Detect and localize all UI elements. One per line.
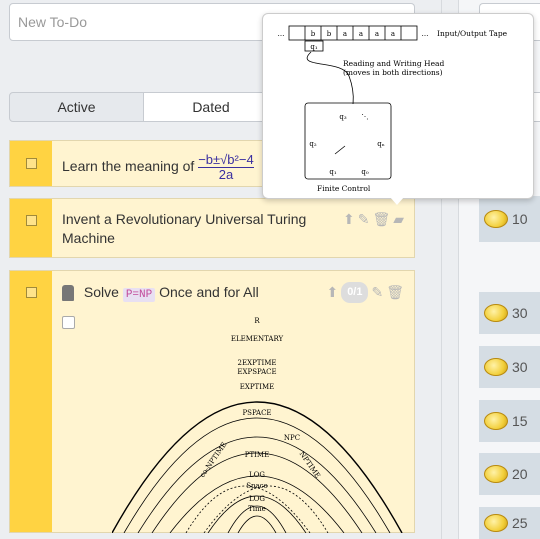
task-text: Invent a Revolutionary Universal Turing … <box>62 211 307 246</box>
coin-icon <box>484 465 508 483</box>
comment-icon[interactable]: ▰ <box>393 210 404 229</box>
label-exptime: EXPTIME <box>240 383 275 391</box>
label-r: R <box>254 317 260 325</box>
delete-icon[interactable]: 🗑 <box>372 210 390 229</box>
tape-cell: a <box>391 30 395 38</box>
state-label: q₃ <box>339 113 346 121</box>
push-to-top-icon[interactable]: ⬆ <box>343 210 355 229</box>
reward-value: 15 <box>512 413 528 429</box>
task-checkbox[interactable] <box>26 158 37 169</box>
task-actions: ⬆ ✎ 🗑 ▰ <box>343 210 404 229</box>
label-log-time-1: LOG <box>249 495 265 503</box>
checklist-checkbox[interactable] <box>62 316 75 329</box>
task-checkbox-area[interactable] <box>10 271 52 532</box>
state-label: q₂ <box>309 140 316 148</box>
label-conptime: co-NPTIME <box>198 441 228 479</box>
complexity-diagram: R ELEMENTARY 2EXPTIME EXPSPACE EXPTIME P… <box>112 317 403 533</box>
tape-label: Input/Output Tape <box>437 29 508 38</box>
head-description-2: (moves in both directions) <box>343 68 443 77</box>
task-body[interactable]: Invent a Revolutionary Universal Turing … <box>52 199 414 257</box>
formula-numerator: −b±√b²−4 <box>198 152 254 168</box>
popover-arrow <box>390 197 404 205</box>
task-actions: ⬆ 0/1 ✎ 🗑 <box>326 282 404 303</box>
head-description: Reading and Writing Head <box>343 59 444 68</box>
tape-cell: b <box>327 30 332 38</box>
task-checkbox[interactable] <box>26 287 37 298</box>
reward-value: 30 <box>512 305 528 321</box>
state-label: ⋱ <box>362 113 369 121</box>
state-label: qₙ <box>377 140 385 148</box>
reward-value: 30 <box>512 359 528 375</box>
task-text: Learn the meaning of <box>62 158 195 175</box>
edit-icon[interactable]: ✎ <box>358 210 370 229</box>
label-log-time-2: Time <box>248 505 266 513</box>
edit-icon[interactable]: ✎ <box>371 283 383 302</box>
label-ptime: PTIME <box>245 451 269 459</box>
label-elementary: ELEMENTARY <box>231 335 284 343</box>
task-prefix: Solve <box>83 284 119 300</box>
state-label: q₀ <box>361 168 368 176</box>
code-tag: P=NP <box>122 288 156 302</box>
delete-icon[interactable]: 🗑 <box>386 283 404 302</box>
reward-item[interactable]: 10 <box>479 196 540 242</box>
state-label: q₁ <box>329 168 336 176</box>
task-suffix: Once and for All <box>159 284 259 300</box>
label-log-space-1: LOG <box>249 471 265 479</box>
reward-item[interactable]: 30 <box>479 346 540 388</box>
head-state: q₁ <box>310 43 317 51</box>
coin-icon <box>484 358 508 376</box>
push-to-top-icon[interactable]: ⬆ <box>326 283 338 302</box>
coin-icon <box>484 412 508 430</box>
label-npc: NPC <box>284 434 300 442</box>
label-log-space-2: Space <box>246 482 268 490</box>
coin-icon <box>484 514 508 532</box>
control-label: Finite Control <box>317 184 371 193</box>
tape-cell: b <box>311 30 316 38</box>
task-body[interactable]: Solve P=NP Once and for All ⬆ 0/1 ✎ 🗑 R … <box>52 271 414 533</box>
checklist-badge[interactable]: 0/1 <box>341 282 369 303</box>
label-nptime: NPTIME <box>298 450 322 480</box>
tape-cell: a <box>359 30 363 38</box>
task-item: Solve P=NP Once and for All ⬆ 0/1 ✎ 🗑 R … <box>9 270 415 533</box>
reward-value: 10 <box>512 211 528 227</box>
tape-cell: a <box>375 30 379 38</box>
reward-item[interactable]: 30 <box>479 292 540 334</box>
coin-icon <box>484 210 508 228</box>
reward-item[interactable]: 15 <box>479 400 540 442</box>
reward-value: 20 <box>512 466 528 482</box>
reward-item[interactable]: 20 <box>479 453 540 495</box>
turing-machine-diagram: … b b a a a a … q₁ q₃ ⋱ q₂ qₙ q₁ q₀ Inpu… <box>278 25 508 193</box>
formula-popover: … b b a a a a … q₁ q₃ ⋱ q₂ qₙ q₁ q₀ Inpu… <box>262 13 534 199</box>
coin-icon <box>484 304 508 322</box>
reward-item[interactable]: 25 <box>479 507 540 539</box>
reward-value: 25 <box>512 515 528 531</box>
label-expspace: EXPSPACE <box>237 368 276 376</box>
formula: −b±√b²−4 2a <box>198 152 254 182</box>
tape-cell: a <box>343 30 347 38</box>
moai-icon <box>62 285 74 302</box>
label-2exptime: 2EXPTIME <box>238 359 277 367</box>
tab-active[interactable]: Active <box>9 92 144 122</box>
new-todo-placeholder: New To-Do <box>18 14 87 30</box>
label-pspace: PSPACE <box>242 409 271 417</box>
tape-cell: … <box>278 30 285 38</box>
tape-cell: … <box>422 30 429 38</box>
tab-dated[interactable]: Dated <box>144 92 279 122</box>
task-item: Invent a Revolutionary Universal Turing … <box>9 198 415 258</box>
formula-denominator: 2a <box>218 167 234 182</box>
task-checkbox[interactable] <box>26 215 37 226</box>
task-checkbox-area[interactable] <box>10 141 52 186</box>
task-checkbox-area[interactable] <box>10 199 52 257</box>
